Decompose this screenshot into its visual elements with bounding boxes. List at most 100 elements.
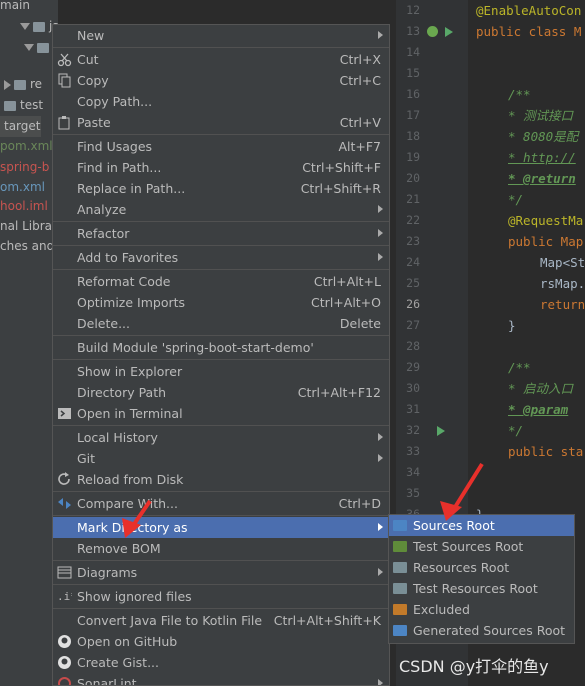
submenu-item-sources-root[interactable]: Sources Root: [389, 515, 574, 536]
menu-item-sonarlint[interactable]: SonarLint: [53, 673, 389, 686]
spring-bean-icon[interactable]: [427, 26, 438, 37]
menu-item-open-in-terminal[interactable]: Open in Terminal: [53, 403, 389, 424]
menu-item-show-ignored-files[interactable]: .i* Show ignored files: [53, 586, 389, 607]
tree-item[interactable]: re: [0, 74, 42, 95]
folder-icon: [393, 583, 407, 594]
line-number: 34: [406, 465, 420, 479]
menu-item-label: Reload from Disk: [77, 472, 184, 487]
submenu-item-generated-sources-root[interactable]: Generated Sources Root: [389, 620, 574, 641]
menu-separator: [53, 608, 389, 609]
tree-item[interactable]: pom.xml: [0, 136, 53, 157]
tree-item[interactable]: om.xml: [0, 177, 45, 198]
menu-item-open-on-github[interactable]: Open on GitHub: [53, 631, 389, 652]
collapse-arrow-icon[interactable]: [24, 44, 34, 51]
submenu-item-test-resources-root[interactable]: Test Resources Root: [389, 578, 574, 599]
menu-item-label: Show ignored files: [77, 589, 192, 604]
menu-item-label: Convert Java File to Kotlin File: [77, 613, 263, 628]
menu-separator: [53, 47, 389, 48]
menu-item-label: Create Gist...: [77, 655, 160, 670]
menu-item-directory-path[interactable]: Directory Path Ctrl+Alt+F12: [53, 382, 389, 403]
menu-separator: [53, 245, 389, 246]
github-icon: [57, 655, 72, 670]
menu-item-copy[interactable]: Copy Ctrl+C: [53, 70, 389, 91]
tree-item[interactable]: ches and: [0, 236, 54, 257]
menu-item-label: SonarLint: [77, 676, 137, 686]
submenu-arrow-icon: [378, 523, 383, 531]
tree-item[interactable]: [0, 37, 53, 58]
submenu-item-label: Generated Sources Root: [413, 623, 566, 638]
mark-directory-submenu: Sources Root Test Sources Root Resources R…: [388, 514, 575, 644]
line-number: 29: [406, 360, 420, 374]
menu-item-compare-with[interactable]: Compare With... Ctrl+D: [53, 493, 389, 514]
menu-item-find-usages[interactable]: Find Usages Alt+F7: [53, 136, 389, 157]
tree-item[interactable]: main: [0, 0, 30, 16]
line-number: 19: [406, 150, 420, 164]
tree-item[interactable]: test: [0, 95, 43, 116]
menu-item-reload-from-disk[interactable]: Reload from Disk: [53, 469, 389, 490]
sonar-icon: [57, 676, 72, 685]
line-number: 25: [406, 276, 420, 290]
submenu-arrow-icon: [378, 31, 383, 39]
submenu-item-label: Test Resources Root: [413, 581, 538, 596]
menu-item-local-history[interactable]: Local History: [53, 427, 389, 448]
line-number: 14: [406, 45, 420, 59]
menu-item-remove-bom[interactable]: Remove BOM: [53, 538, 389, 559]
menu-item-label: Mark Directory as: [77, 520, 188, 535]
paste-icon: [57, 115, 72, 130]
code-line: * 启动入口: [508, 381, 574, 396]
line-number: 20: [406, 171, 420, 185]
menu-item-new[interactable]: New: [53, 25, 389, 46]
menu-item-label: Analyze: [77, 202, 127, 217]
code-line: * http://: [508, 150, 576, 165]
menu-separator: [53, 584, 389, 585]
menu-item-replace-in-path[interactable]: Replace in Path... Ctrl+Shift+R: [53, 178, 389, 199]
menu-item-add-to-favorites[interactable]: Add to Favorites: [53, 247, 389, 268]
menu-item-copy-path[interactable]: Copy Path...: [53, 91, 389, 112]
line-number: 30: [406, 381, 420, 395]
menu-item-git[interactable]: Git: [53, 448, 389, 469]
menu-item-label: New: [77, 28, 105, 43]
tree-item-label: target: [4, 119, 41, 133]
menu-item-mark-directory-as[interactable]: Mark Directory as: [53, 517, 389, 538]
menu-item-label: Delete...: [77, 316, 130, 331]
menu-item-reformat-code[interactable]: Reformat Code Ctrl+Alt+L: [53, 271, 389, 292]
menu-item-find-in-path[interactable]: Find in Path... Ctrl+Shift+F: [53, 157, 389, 178]
menu-item-delete[interactable]: Delete... Delete: [53, 313, 389, 334]
menu-item-paste[interactable]: Paste Ctrl+V: [53, 112, 389, 133]
folder-icon: [4, 100, 16, 111]
tree-item[interactable]: nal Librar: [0, 216, 57, 237]
menu-item-refactor[interactable]: Refactor: [53, 223, 389, 244]
submenu-item-resources-root[interactable]: Resources Root: [389, 557, 574, 578]
line-number: 22: [406, 213, 420, 227]
menu-item-label: Add to Favorites: [77, 250, 179, 265]
collapse-arrow-icon[interactable]: [20, 23, 30, 30]
menu-item-cut[interactable]: Cut Ctrl+X: [53, 49, 389, 70]
submenu-item-test-sources-root[interactable]: Test Sources Root: [389, 536, 574, 557]
menu-separator: [53, 491, 389, 492]
menu-item-create-gist[interactable]: Create Gist...: [53, 652, 389, 673]
submenu-item-excluded[interactable]: Excluded: [389, 599, 574, 620]
submenu-arrow-icon: [378, 454, 383, 462]
tree-item[interactable]: spring-b: [0, 157, 49, 178]
menu-item-show-in-explorer[interactable]: Show in Explorer: [53, 361, 389, 382]
menu-item-diagrams[interactable]: Diagrams: [53, 562, 389, 583]
menu-item-convert-java-file-to-kotlin-file[interactable]: Convert Java File to Kotlin File Ctrl+Alt…: [53, 610, 389, 631]
tree-item[interactable]: hool.iml: [0, 196, 48, 217]
submenu-item-label: Sources Root: [413, 518, 495, 533]
run-icon[interactable]: [445, 27, 453, 37]
tree-item-label: nal Librar: [0, 219, 57, 233]
menu-item-optimize-imports[interactable]: Optimize Imports Ctrl+Alt+O: [53, 292, 389, 313]
menu-separator: [53, 335, 389, 336]
run-icon[interactable]: [437, 426, 445, 436]
submenu-arrow-icon: [378, 679, 383, 685]
submenu-arrow-icon: [378, 253, 383, 261]
expand-arrow-icon[interactable]: [4, 79, 11, 90]
tree-item-label: re: [30, 77, 43, 91]
tree-item[interactable]: target: [0, 116, 41, 137]
tree-item[interactable]: java: [0, 16, 58, 37]
line-number: 35: [406, 486, 420, 500]
line-number: 27: [406, 318, 420, 332]
menu-separator: [53, 560, 389, 561]
menu-item-build-module-spring-boot-start-demo[interactable]: Build Module 'spring-boot-start-demo': [53, 337, 389, 358]
menu-item-analyze[interactable]: Analyze: [53, 199, 389, 220]
